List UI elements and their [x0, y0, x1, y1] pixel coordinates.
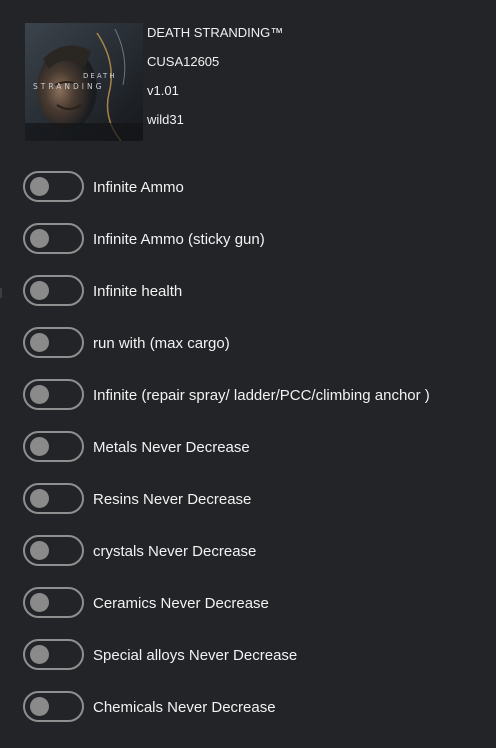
game-title: DEATH STRANDING™ — [147, 25, 284, 40]
game-author: wild31 — [147, 112, 184, 127]
game-cover-art: DEATH STRANDING — [25, 23, 143, 141]
game-header: DEATH STRANDING DEATH STRANDING™ CUSA126… — [25, 23, 485, 141]
toggle-knob — [30, 697, 49, 716]
toggle-label: Resins Never Decrease — [93, 491, 252, 508]
left-edge-marker — [0, 288, 2, 298]
toggle-knob — [30, 333, 49, 352]
toggle-switch[interactable] — [23, 483, 84, 514]
toggle-row-metals-never-decrease[interactable]: Metals Never Decrease — [23, 431, 493, 467]
toggle-knob — [30, 437, 49, 456]
toggle-knob — [30, 593, 49, 612]
toggle-row-infinite-ammo[interactable]: Infinite Ammo — [23, 171, 493, 207]
cover-logo-text-2: STRANDING — [33, 82, 104, 91]
toggle-row-infinite-repair-items[interactable]: Infinite (repair spray/ ladder/PCC/climb… — [23, 379, 493, 415]
toggle-label: Special alloys Never Decrease — [93, 647, 298, 664]
toggle-label: run with (max cargo) — [93, 335, 230, 352]
toggle-switch[interactable] — [23, 379, 84, 410]
toggle-knob — [30, 177, 49, 196]
toggle-switch[interactable] — [23, 275, 84, 306]
cover-logo-text: DEATH — [83, 72, 117, 80]
toggle-label: crystals Never Decrease — [93, 543, 257, 560]
toggle-switch[interactable] — [23, 327, 84, 358]
toggle-knob — [30, 489, 49, 508]
toggle-knob — [30, 645, 49, 664]
toggle-label: Metals Never Decrease — [93, 439, 250, 456]
toggle-knob — [30, 385, 49, 404]
toggle-switch[interactable] — [23, 223, 84, 254]
toggle-row-special-alloys-never-decrease[interactable]: Special alloys Never Decrease — [23, 639, 493, 675]
toggle-label: Chemicals Never Decrease — [93, 699, 276, 716]
toggle-row-infinite-health[interactable]: Infinite health — [23, 275, 493, 311]
toggle-row-infinite-ammo-sticky-gun[interactable]: Infinite Ammo (sticky gun) — [23, 223, 493, 259]
toggle-label: Infinite Ammo — [93, 179, 184, 196]
toggle-knob — [30, 541, 49, 560]
game-id: CUSA12605 — [147, 54, 220, 69]
toggle-knob — [30, 229, 49, 248]
toggle-switch[interactable] — [23, 171, 84, 202]
toggle-switch[interactable] — [23, 691, 84, 722]
toggle-row-ceramics-never-decrease[interactable]: Ceramics Never Decrease — [23, 587, 493, 623]
toggle-label: Infinite health — [93, 283, 183, 300]
toggle-switch[interactable] — [23, 587, 84, 618]
toggle-row-run-with-max-cargo[interactable]: run with (max cargo) — [23, 327, 493, 363]
toggle-label: Infinite Ammo (sticky gun) — [93, 231, 265, 248]
toggle-row-resins-never-decrease[interactable]: Resins Never Decrease — [23, 483, 493, 519]
toggle-row-chemicals-never-decrease[interactable]: Chemicals Never Decrease — [23, 691, 493, 727]
toggle-label: Infinite (repair spray/ ladder/PCC/climb… — [93, 387, 430, 404]
toggle-switch[interactable] — [23, 535, 84, 566]
toggle-switch[interactable] — [23, 639, 84, 670]
toggle-knob — [30, 281, 49, 300]
game-version: v1.01 — [147, 83, 179, 98]
toggle-row-crystals-never-decrease[interactable]: crystals Never Decrease — [23, 535, 493, 571]
toggle-label: Ceramics Never Decrease — [93, 595, 269, 612]
game-meta: DEATH STRANDING™ CUSA12605 v1.01 wild31 — [147, 23, 477, 139]
toggle-switch[interactable] — [23, 431, 84, 462]
